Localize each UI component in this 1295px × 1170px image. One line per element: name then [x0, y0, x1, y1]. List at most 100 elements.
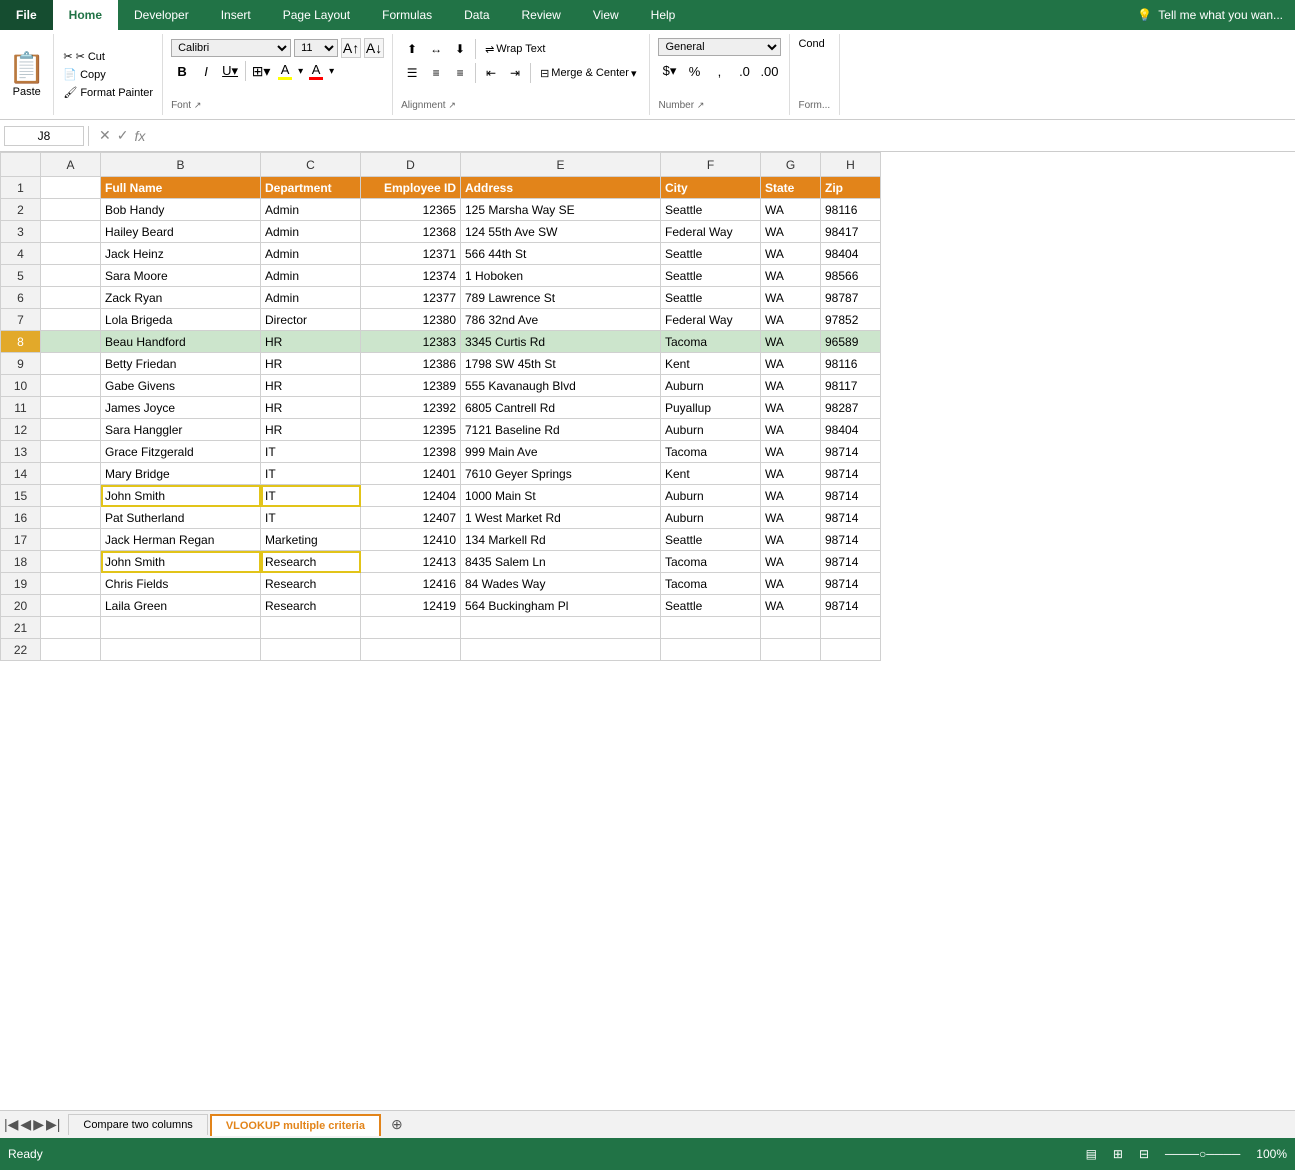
cell-d11[interactable]: 12392: [361, 397, 461, 419]
cell-b14[interactable]: Mary Bridge: [101, 463, 261, 485]
cell-e17[interactable]: 134 Markell Rd: [461, 529, 661, 551]
font-color-button[interactable]: A: [305, 60, 327, 82]
border-button[interactable]: ⊞▾: [250, 60, 272, 82]
cell-f15[interactable]: Auburn: [661, 485, 761, 507]
cell-e8[interactable]: 3345 Curtis Rd: [461, 331, 661, 353]
cell-f5[interactable]: Seattle: [661, 265, 761, 287]
font-color-dropdown[interactable]: ▾: [329, 66, 334, 77]
cell-b8[interactable]: Beau Handford: [101, 331, 261, 353]
cell-f20[interactable]: Seattle: [661, 595, 761, 617]
cell-f12[interactable]: Auburn: [661, 419, 761, 441]
col-header-a[interactable]: A: [41, 153, 101, 177]
cell-g2[interactable]: WA: [761, 199, 821, 221]
cell-g16[interactable]: WA: [761, 507, 821, 529]
paste-button[interactable]: 📋 Paste: [0, 34, 54, 115]
cell-f17[interactable]: Seattle: [661, 529, 761, 551]
cell-h12[interactable]: 98404: [821, 419, 881, 441]
row-header-6[interactable]: 6: [1, 287, 41, 309]
cell-h2[interactable]: 98116: [821, 199, 881, 221]
cell-h3[interactable]: 98417: [821, 221, 881, 243]
cell-e3[interactable]: 124 55th Ave SW: [461, 221, 661, 243]
cell-b19[interactable]: Chris Fields: [101, 573, 261, 595]
row-header-2[interactable]: 2: [1, 199, 41, 221]
cell-e16[interactable]: 1 West Market Rd: [461, 507, 661, 529]
view-page-layout-icon[interactable]: ⊞: [1113, 1147, 1123, 1161]
row-header-4[interactable]: 4: [1, 243, 41, 265]
cell-b10[interactable]: Gabe Givens: [101, 375, 261, 397]
cell-h1[interactable]: Zip: [821, 177, 881, 199]
formula-input[interactable]: [155, 128, 1291, 143]
cell-b16[interactable]: Pat Sutherland: [101, 507, 261, 529]
cell-b13[interactable]: Grace Fitzgerald: [101, 441, 261, 463]
cell-c14[interactable]: IT: [261, 463, 361, 485]
cell-e20[interactable]: 564 Buckingham Pl: [461, 595, 661, 617]
cell-d14[interactable]: 12401: [361, 463, 461, 485]
cell-e5[interactable]: 1 Hoboken: [461, 265, 661, 287]
col-header-b[interactable]: B: [101, 153, 261, 177]
cell-h17[interactable]: 98714: [821, 529, 881, 551]
cell-e12[interactable]: 7121 Baseline Rd: [461, 419, 661, 441]
align-left-button[interactable]: ☰: [401, 62, 423, 84]
fill-color-dropdown[interactable]: ▾: [298, 66, 303, 77]
cell-c16[interactable]: IT: [261, 507, 361, 529]
cell-a19[interactable]: [41, 573, 101, 595]
col-header-f[interactable]: F: [661, 153, 761, 177]
increase-decimal-button[interactable]: .00: [758, 60, 780, 82]
cell-c17[interactable]: Marketing: [261, 529, 361, 551]
tab-home[interactable]: Home: [53, 0, 118, 30]
row-header-17[interactable]: 17: [1, 529, 41, 551]
row-header-19[interactable]: 19: [1, 573, 41, 595]
format-painter-button[interactable]: 🖌 Format Painter: [60, 85, 156, 100]
cell-d9[interactable]: 12386: [361, 353, 461, 375]
cell-c8[interactable]: HR: [261, 331, 361, 353]
cell-g8[interactable]: WA: [761, 331, 821, 353]
cell-a18[interactable]: [41, 551, 101, 573]
cell-d2[interactable]: 12365: [361, 199, 461, 221]
cell-g6[interactable]: WA: [761, 287, 821, 309]
cell-reference-input[interactable]: [4, 126, 84, 146]
cell-g9[interactable]: WA: [761, 353, 821, 375]
cell-b3[interactable]: Hailey Beard: [101, 221, 261, 243]
tab-developer[interactable]: Developer: [118, 0, 205, 30]
cell-h10[interactable]: 98117: [821, 375, 881, 397]
add-sheet-button[interactable]: ⊕: [383, 1112, 411, 1137]
row-header-18[interactable]: 18: [1, 551, 41, 573]
row-header-16[interactable]: 16: [1, 507, 41, 529]
tab-help[interactable]: Help: [635, 0, 692, 30]
cell-e11[interactable]: 6805 Cantrell Rd: [461, 397, 661, 419]
cell-e14[interactable]: 7610 Geyer Springs: [461, 463, 661, 485]
cell-g4[interactable]: WA: [761, 243, 821, 265]
cell-a10[interactable]: [41, 375, 101, 397]
cell-f8[interactable]: Tacoma: [661, 331, 761, 353]
cell-d10[interactable]: 12389: [361, 375, 461, 397]
cell-g13[interactable]: WA: [761, 441, 821, 463]
row-header-1[interactable]: 1: [1, 177, 41, 199]
tab-data[interactable]: Data: [448, 0, 505, 30]
cell-f6[interactable]: Seattle: [661, 287, 761, 309]
tab-insert[interactable]: Insert: [205, 0, 267, 30]
cell-d13[interactable]: 12398: [361, 441, 461, 463]
cell-f7[interactable]: Federal Way: [661, 309, 761, 331]
cell-a3[interactable]: [41, 221, 101, 243]
row-header-3[interactable]: 3: [1, 221, 41, 243]
cell-g17[interactable]: WA: [761, 529, 821, 551]
insert-function-icon[interactable]: fx: [134, 128, 145, 144]
cell-g12[interactable]: WA: [761, 419, 821, 441]
cell-e18[interactable]: 8435 Salem Ln: [461, 551, 661, 573]
cell-c18[interactable]: Research: [261, 551, 361, 573]
cell-b17[interactable]: Jack Herman Regan: [101, 529, 261, 551]
align-top-button[interactable]: ⬆: [401, 38, 423, 60]
tab-view[interactable]: View: [577, 0, 635, 30]
cell-f18[interactable]: Tacoma: [661, 551, 761, 573]
align-bottom-button[interactable]: ⬇: [449, 38, 471, 60]
cell-b2[interactable]: Bob Handy: [101, 199, 261, 221]
italic-button[interactable]: I: [195, 60, 217, 82]
cell-c5[interactable]: Admin: [261, 265, 361, 287]
tab-page-layout[interactable]: Page Layout: [267, 0, 366, 30]
cell-d4[interactable]: 12371: [361, 243, 461, 265]
cell-h6[interactable]: 98787: [821, 287, 881, 309]
cell-b1[interactable]: Full Name: [101, 177, 261, 199]
cell-a5[interactable]: [41, 265, 101, 287]
cell-f13[interactable]: Tacoma: [661, 441, 761, 463]
cell-h7[interactable]: 97852: [821, 309, 881, 331]
